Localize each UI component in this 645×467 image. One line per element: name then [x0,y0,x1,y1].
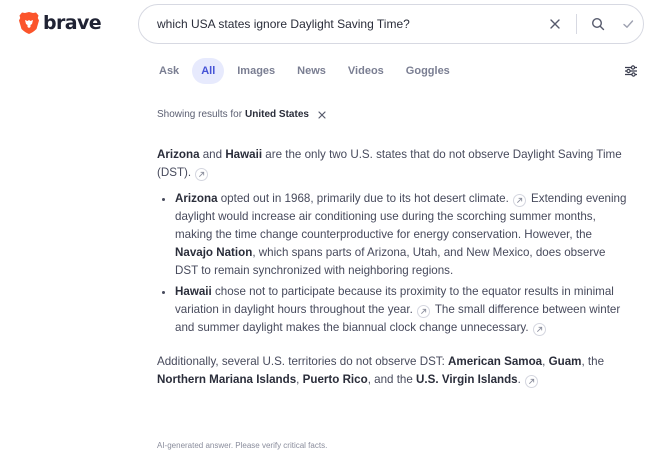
search-divider [576,14,577,34]
tab-news[interactable]: News [288,58,335,84]
close-icon [318,110,326,119]
list-item: Hawaii chose not to participate because … [175,283,629,337]
tab-ask[interactable]: Ask [150,58,188,84]
citation-link-icon[interactable] [416,305,430,318]
text: , and the [367,373,417,386]
term-northern-mariana-islands: Northern Mariana Islands [157,373,297,386]
answer-additional: Additionally, several U.S. territories d… [157,353,629,389]
result-tabs: Ask All Images News Videos Goggles [150,58,459,84]
region-indicator: Showing results for United States [157,109,326,120]
list-item: Arizona opted out in 1968, primarily due… [175,190,629,280]
answer-list: Arizona opted out in 1968, primarily due… [157,190,629,337]
answer-intro: Arizona and Hawaii are the only two U.S.… [157,146,629,182]
term-puerto-rico: Puerto Rico [302,373,368,386]
citation-link-icon[interactable] [512,194,526,207]
ai-answer: Arizona and Hawaii are the only two U.S.… [157,146,629,389]
search-button[interactable] [583,9,613,39]
search-box[interactable]: which USA states ignore Daylight Saving … [138,4,644,44]
region-prefix: Showing results for [157,109,243,120]
clear-region-button[interactable] [318,110,326,119]
tab-all[interactable]: All [192,58,225,84]
text: Additionally, several U.S. territories d… [157,355,449,368]
term-arizona: Arizona [175,192,218,205]
term-us-virgin-islands: U.S. Virgin Islands [416,373,518,386]
tab-videos[interactable]: Videos [339,58,393,84]
close-icon [550,19,560,29]
brave-lion-icon [19,12,39,34]
region-name: United States [245,109,309,120]
term-hawaii: Hawaii [175,285,212,298]
clear-search-button[interactable] [540,9,570,39]
ai-disclaimer: AI-generated answer. Please verify criti… [157,441,328,450]
search-settings-button[interactable] [624,64,638,83]
search-input[interactable]: which USA states ignore Daylight Saving … [157,17,540,31]
text: , the [581,355,605,368]
text: opted out in 1968, primarily due to its … [217,192,509,205]
confirm-button[interactable] [613,9,643,39]
text: and [199,148,226,161]
term-guam: Guam [548,355,582,368]
search-icon [591,17,605,31]
tab-images[interactable]: Images [228,58,284,84]
tab-goggles[interactable]: Goggles [397,58,459,84]
brave-logo[interactable]: brave [18,11,102,35]
term-hawaii: Hawaii [225,148,263,161]
sliders-icon [625,65,637,77]
check-icon [623,20,634,28]
term-navajo-nation: Navajo Nation [175,246,253,259]
citation-link-icon[interactable] [524,375,538,388]
brand-name: brave [43,12,102,34]
text: . [517,373,521,386]
citation-link-icon[interactable] [195,168,209,181]
term-arizona: Arizona [157,148,200,161]
citation-link-icon[interactable] [532,323,546,336]
term-american-samoa: American Samoa [448,355,543,368]
